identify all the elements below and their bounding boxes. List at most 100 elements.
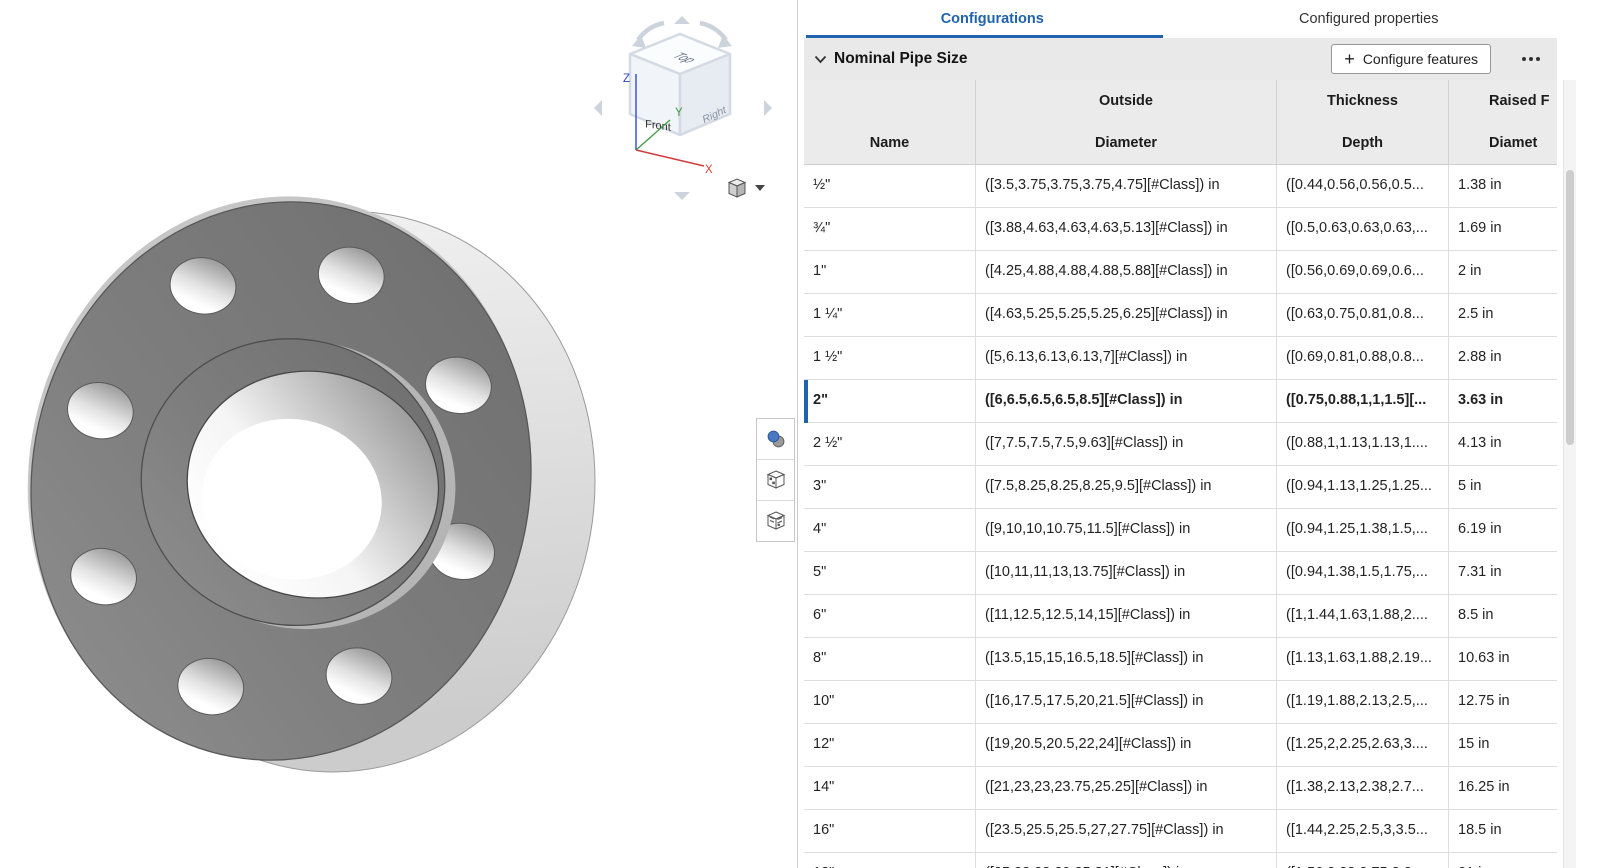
header-name: Name [804,80,976,164]
plus-icon: + [1344,50,1355,68]
cell-thickness-depth: ([1,1.44,1.63,1.88,2.... [1277,595,1449,637]
configured-parts-icon [765,469,787,491]
cell-raised-face-diameter: 7.31 in [1449,552,1557,594]
table-row[interactable]: 10" ([16,17.5,17.5,20,21.5][#Class]) in … [804,681,1557,724]
cell-name: 12" [804,724,976,766]
cell-raised-face-diameter: 16.25 in [1449,767,1557,809]
cell-raised-face-diameter: 12.75 in [1449,681,1557,723]
cell-outside-diameter: ([10,11,11,13,13.75][#Class]) in [976,552,1277,594]
display-states-icon [765,428,787,450]
table-row[interactable]: ½" ([3.5,3.75,3.75,3.75,4.75][#Class]) i… [804,165,1557,208]
cell-thickness-depth: ([0.63,0.75,0.81,0.8... [1277,294,1449,336]
arrow-left-icon [594,100,602,116]
cell-outside-diameter: ([21,23,23,23.75,25.25][#Class]) in [976,767,1277,809]
cell-outside-diameter: ([4.63,5.25,5.25,5.25,6.25][#Class]) in [976,294,1277,336]
table-header: Name Outside Diameter Thickness Depth Ra… [804,80,1557,165]
cell-outside-diameter: ([7.5,8.25,8.25,8.25,9.5][#Class]) in [976,466,1277,508]
configured-features-button[interactable] [757,500,794,541]
table-row[interactable]: 14" ([21,23,23,23.75,25.25][#Class]) in … [804,767,1557,810]
cell-raised-face-diameter: 10.63 in [1449,638,1557,680]
table-row[interactable]: 2" ([6,6.5,6.5,6.5,8.5][#Class]) in ([0.… [804,380,1557,423]
cell-raised-face-diameter: 2 in [1449,251,1557,293]
cell-name: 1" [804,251,976,293]
cell-thickness-depth: ([0.88,1,1.13,1.13,1.... [1277,423,1449,465]
cell-thickness-depth: ([0.94,1.13,1.25,1.25... [1277,466,1449,508]
cell-name: ½" [804,165,976,207]
scrollbar-thumb[interactable] [1566,170,1574,445]
tab-configurations[interactable]: Configurations [804,0,1181,38]
z-axis-label: Z [623,73,630,85]
cell-name: 2" [804,380,976,422]
cell-raised-face-diameter: 18.5 in [1449,810,1557,852]
cell-thickness-depth: ([0.44,0.56,0.56,0.5... [1277,165,1449,207]
cell-raised-face-diameter: 6.19 in [1449,509,1557,551]
header-outside-diameter: Outside Diameter [976,80,1277,164]
x-axis-label: X [705,164,713,176]
tab-configured-properties[interactable]: Configured properties [1181,0,1558,38]
cad-app-window: Top Front Right Z Y X [0,0,1600,868]
cell-thickness-depth: ([1.38,2.13,2.38,2.7... [1277,767,1449,809]
table-row[interactable]: 18" ([25,28,28,29.25,31][#Class]) in ([1… [804,853,1557,868]
arrow-up-icon [674,16,690,24]
y-axis-label: Y [675,107,683,119]
table-row[interactable]: 12" ([19,20.5,20.5,22,24][#Class]) in ([… [804,724,1557,767]
collapse-section-button[interactable] [814,55,827,64]
caret-down-icon [755,185,765,191]
panel-tabs: Configurations Configured properties [804,0,1557,38]
3d-viewport[interactable]: Top Front Right Z Y X [0,0,797,868]
table-row[interactable]: 1 ½" ([5,6.13,6.13,6.13,7][#Class]) in (… [804,337,1557,380]
cell-name: 18" [804,853,976,868]
cell-outside-diameter: ([6,6.5,6.5,6.5,8.5][#Class]) in [976,380,1277,422]
cell-outside-diameter: ([23.5,25.5,25.5,27,27.75][#Class]) in [976,810,1277,852]
configuration-table: Name Outside Diameter Thickness Depth Ra… [804,80,1557,868]
x-axis [636,150,704,166]
display-states-button[interactable] [757,419,794,459]
cell-name: 14" [804,767,976,809]
configure-features-button[interactable]: + Configure features [1331,44,1491,74]
table-row[interactable]: 5" ([10,11,11,13,13.75][#Class]) in ([0.… [804,552,1557,595]
cell-thickness-depth: ([1.25,2,2.25,2.63,3.... [1277,724,1449,766]
table-row[interactable]: 8" ([13.5,15,15,16.5,18.5][#Class]) in (… [804,638,1557,681]
table-body: ½" ([3.5,3.75,3.75,3.75,4.75][#Class]) i… [804,165,1557,868]
more-options-button[interactable] [1515,52,1547,66]
cell-name: 2 ½" [804,423,976,465]
panel-edge-toolbar [756,418,795,542]
cell-outside-diameter: ([3.88,4.63,4.63,4.63,5.13][#Class]) in [976,208,1277,250]
cell-raised-face-diameter: 2.5 in [1449,294,1557,336]
ellipsis-icon [1521,56,1541,62]
cell-outside-diameter: ([9,10,10,10.75,11.5][#Class]) in [976,509,1277,551]
cell-outside-diameter: ([4.25,4.88,4.88,4.88,5.88][#Class]) in [976,251,1277,293]
cell-name: ¾" [804,208,976,250]
configured-parts-button[interactable] [757,459,794,500]
cell-raised-face-diameter: 5 in [1449,466,1557,508]
configurations-panel: Configurations Configured properties Nom… [797,0,1600,868]
cell-outside-diameter: ([11,12.5,12.5,14,15][#Class]) in [976,595,1277,637]
table-row[interactable]: 1 ¼" ([4.63,5.25,5.25,5.25,6.25][#Class]… [804,294,1557,337]
cell-raised-face-diameter: 1.38 in [1449,165,1557,207]
table-row[interactable]: 1" ([4.25,4.88,4.88,4.88,5.88][#Class]) … [804,251,1557,294]
cell-thickness-depth: ([0.94,1.38,1.5,1.75,... [1277,552,1449,594]
configure-features-label: Configure features [1363,51,1478,67]
table-row[interactable]: 6" ([11,12.5,12.5,14,15][#Class]) in ([1… [804,595,1557,638]
cell-raised-face-diameter: 3.63 in [1449,380,1557,422]
cell-raised-face-diameter: 1.69 in [1449,208,1557,250]
cell-outside-diameter: ([19,20.5,20.5,22,24][#Class]) in [976,724,1277,766]
cell-outside-diameter: ([7,7.5,7.5,7.5,9.63][#Class]) in [976,423,1277,465]
cell-outside-diameter: ([3.5,3.75,3.75,3.75,4.75][#Class]) in [976,165,1277,207]
cell-raised-face-diameter: 4.13 in [1449,423,1557,465]
view-options-dropdown[interactable] [726,176,765,200]
cell-thickness-depth: ([1.13,1.63,1.88,2.19... [1277,638,1449,680]
cell-thickness-depth: ([0.94,1.25,1.38,1.5,... [1277,509,1449,551]
cell-name: 16" [804,810,976,852]
vertical-scrollbar[interactable] [1563,80,1576,868]
table-row[interactable]: 3" ([7.5,8.25,8.25,8.25,9.5][#Class]) in… [804,466,1557,509]
cell-thickness-depth: ([1.56,2.38,2.75,3.2... [1277,853,1449,868]
table-row[interactable]: 16" ([23.5,25.5,25.5,27,27.75][#Class]) … [804,810,1557,853]
cell-raised-face-diameter: 21 in [1449,853,1557,868]
table-row[interactable]: 2 ½" ([7,7.5,7.5,7.5,9.63][#Class]) in (… [804,423,1557,466]
table-row[interactable]: ¾" ([3.88,4.63,4.63,4.63,5.13][#Class]) … [804,208,1557,251]
cell-thickness-depth: ([1.19,1.88,2.13,2.5,... [1277,681,1449,723]
table-row[interactable]: 4" ([9,10,10,10.75,11.5][#Class]) in ([0… [804,509,1557,552]
cell-raised-face-diameter: 2.88 in [1449,337,1557,379]
cell-raised-face-diameter: 8.5 in [1449,595,1557,637]
